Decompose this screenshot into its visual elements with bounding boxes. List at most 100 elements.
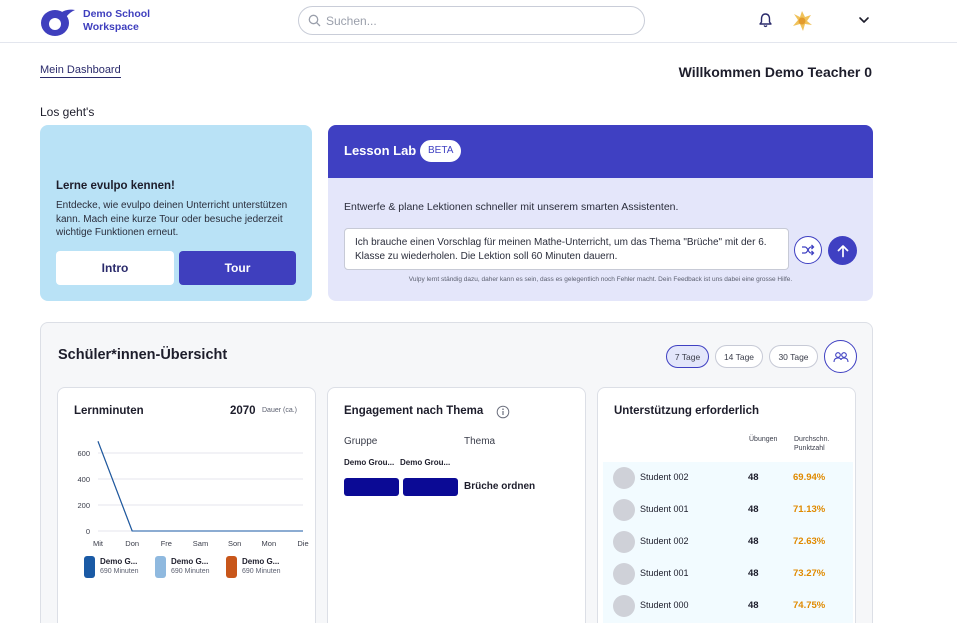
learning-minutes-chart: 0 200 400 600 Mit Don Fre Sam Son Mon Die xyxy=(77,441,309,548)
table-row[interactable]: Student 002 48 72.63% xyxy=(603,526,853,558)
table-row[interactable]: Student 001 48 71.13% xyxy=(603,494,853,526)
lesson-lab-header: Lesson Lab BETA xyxy=(328,125,873,178)
engagement-topic: Brüche ordnen xyxy=(464,481,536,492)
exercise-count: 48 xyxy=(748,568,759,579)
breadcrumb[interactable]: Mein Dashboard xyxy=(40,64,121,78)
chevron-down-icon[interactable] xyxy=(858,14,870,26)
support-col-average: Durchschn. Punktzahl xyxy=(794,435,829,453)
avatar[interactable] xyxy=(790,9,814,33)
y-tick-label: 600 xyxy=(77,449,90,458)
legend-value: 690 Minuten xyxy=(242,568,281,575)
engagement-group-label: Demo Grou... xyxy=(344,458,395,467)
student-avatar xyxy=(613,531,635,553)
beta-badge: BETA xyxy=(420,140,462,162)
average-score: 69.94% xyxy=(793,472,826,483)
engagement-heat-cell[interactable] xyxy=(344,478,399,496)
brand-line-2: Workspace xyxy=(83,21,139,33)
legend-name: Demo G... xyxy=(242,557,280,566)
overview-title: Schüler*innen-Übersicht xyxy=(58,347,228,363)
intro-button[interactable]: Intro xyxy=(56,251,174,285)
exercise-count: 48 xyxy=(748,536,759,547)
users-icon xyxy=(832,351,849,362)
x-tick-label: Mon xyxy=(262,539,277,548)
legend-swatch xyxy=(84,556,95,578)
x-tick-label: Mit xyxy=(93,539,104,548)
series-line xyxy=(97,441,303,532)
intro-card: Lerne evulpo kennen! Entdecke, wie evulp… xyxy=(40,125,312,301)
average-score: 71.13% xyxy=(793,504,826,515)
learning-minutes-card: Lernminuten 2070 Dauer (ca.) 0 200 400 600 M… xyxy=(57,387,316,623)
student-overview-panel: Schüler*innen-Übersicht 7 Tage 14 Tage 3… xyxy=(40,322,873,623)
bell-icon[interactable] xyxy=(758,12,773,28)
student-name: Student 002 xyxy=(640,472,689,482)
search-box[interactable] xyxy=(298,6,645,35)
send-prompt-button[interactable] xyxy=(828,236,857,265)
student-avatar xyxy=(613,563,635,585)
student-name: Student 001 xyxy=(640,504,689,514)
engagement-col-topic: Thema xyxy=(464,436,496,447)
range-14-days-button[interactable]: 14 Tage xyxy=(715,345,763,368)
workspace-name[interactable]: Demo School Workspace xyxy=(83,8,150,34)
section-label: Los geht's xyxy=(40,105,95,119)
lesson-lab-description: Entwerfe & plane Lektionen schneller mit… xyxy=(344,201,679,213)
engagement-heat-cell[interactable] xyxy=(403,478,458,496)
x-tick-label: Die xyxy=(297,539,308,548)
average-score: 72.63% xyxy=(793,536,826,547)
support-col-exercises: Übungen xyxy=(749,436,778,443)
lesson-lab-card: Lesson Lab BETA Entwerfe & plane Lektion… xyxy=(328,125,873,301)
learning-minutes-unit: Dauer (ca.) xyxy=(262,407,298,414)
support-title: Unterstützung erforderlich xyxy=(614,405,760,417)
table-row[interactable]: Student 002 48 69.94% xyxy=(603,462,853,494)
legend-swatch xyxy=(155,556,166,578)
welcome-heading: Willkommen Demo Teacher 0 xyxy=(678,64,872,80)
range-7-days-button[interactable]: 7 Tage xyxy=(666,345,709,368)
exercise-count: 48 xyxy=(748,472,759,483)
x-tick-label: Son xyxy=(228,539,241,548)
shuffle-icon xyxy=(802,244,815,256)
average-score: 74.75% xyxy=(793,600,826,611)
exercise-count: 48 xyxy=(748,504,759,515)
engagement-group-label: Demo Grou... xyxy=(400,458,451,467)
group-filter-button[interactable] xyxy=(824,340,857,373)
student-avatar xyxy=(613,595,635,617)
y-tick-label: 200 xyxy=(77,501,90,510)
average-score: 73.27% xyxy=(793,568,826,579)
engagement-title: Engagement nach Thema xyxy=(344,405,484,417)
engagement-card: Engagement nach Thema Gruppe Thema Demo … xyxy=(327,387,586,623)
lesson-lab-title: Lesson Lab xyxy=(344,143,417,158)
x-tick-label: Fre xyxy=(161,539,172,548)
exercise-count: 48 xyxy=(748,600,759,611)
y-tick-label: 0 xyxy=(86,527,90,536)
student-avatar xyxy=(613,467,635,489)
legend-name: Demo G... xyxy=(100,557,138,566)
learning-minutes-title: Lernminuten xyxy=(74,405,144,417)
legend-value: 690 Minuten xyxy=(171,568,210,575)
tour-button[interactable]: Tour xyxy=(179,251,296,285)
legend-name: Demo G... xyxy=(171,557,209,566)
support-col-average-line1: Durchschn. xyxy=(794,436,830,443)
lesson-lab-disclaimer: Vulpy lernt ständig dazu, daher kann es … xyxy=(408,276,793,283)
search-input[interactable] xyxy=(326,12,626,30)
lesson-prompt-input[interactable]: Ich brauche einen Vorschlag für meinen M… xyxy=(344,228,789,270)
student-name: Student 001 xyxy=(640,568,689,578)
range-30-days-button[interactable]: 30 Tage xyxy=(769,345,818,368)
student-avatar xyxy=(613,499,635,521)
support-col-average-line2: Punktzahl xyxy=(794,445,825,452)
table-row[interactable]: Student 001 48 73.27% xyxy=(603,558,853,590)
learning-minutes-total: 2070 xyxy=(230,405,256,417)
x-tick-label: Don xyxy=(125,539,139,548)
top-bar: Demo School Workspace xyxy=(0,0,957,43)
intro-card-title: Lerne evulpo kennen! xyxy=(56,180,175,192)
brand-line-1: Demo School xyxy=(83,8,151,20)
legend-swatch xyxy=(226,556,237,578)
search-icon xyxy=(308,14,321,27)
support-table: Student 002 48 69.94% Student 001 48 71.… xyxy=(603,462,853,623)
info-icon[interactable] xyxy=(496,405,510,419)
table-row[interactable]: Student 000 48 74.75% xyxy=(603,590,853,622)
intro-card-text: Entdecke, wie evulpo deinen Unterricht u… xyxy=(56,200,288,238)
legend-value: 690 Minuten xyxy=(100,568,139,575)
series-line xyxy=(97,441,303,532)
support-required-card: Unterstützung erforderlich Übungen Durch… xyxy=(597,387,856,623)
shuffle-suggestion-button[interactable] xyxy=(794,236,822,264)
logo-icon[interactable] xyxy=(40,7,76,37)
